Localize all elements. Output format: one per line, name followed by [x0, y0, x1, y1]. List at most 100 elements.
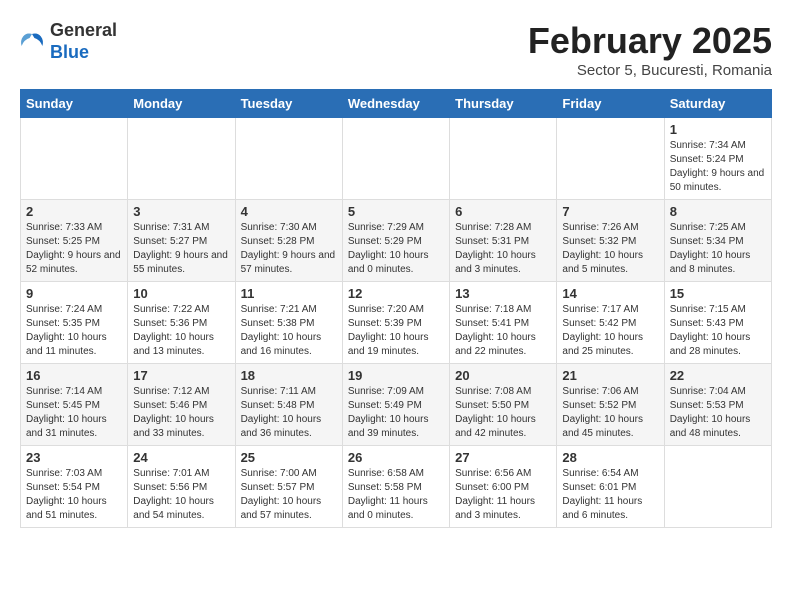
day-detail: Sunrise: 7:09 AMSunset: 5:49 PMDaylight:…	[348, 385, 444, 441]
day-number: 17	[133, 368, 229, 383]
week-row-2: 2 Sunrise: 7:33 AMSunset: 5:25 PMDaylight…	[21, 200, 772, 282]
calendar-cell: 17 Sunrise: 7:12 AMSunset: 5:46 PMDayligh…	[128, 364, 235, 446]
day-detail: Sunrise: 7:08 AMSunset: 5:50 PMDaylight:…	[455, 385, 551, 441]
day-detail: Sunrise: 7:14 AMSunset: 5:45 PMDaylight:…	[26, 385, 122, 441]
day-detail: Sunrise: 7:33 AMSunset: 5:25 PMDaylight:…	[26, 221, 122, 277]
day-detail: Sunrise: 7:06 AMSunset: 5:52 PMDaylight:…	[562, 385, 658, 441]
week-row-4: 16 Sunrise: 7:14 AMSunset: 5:45 PMDayligh…	[21, 364, 772, 446]
calendar-cell: 12 Sunrise: 7:20 AMSunset: 5:39 PMDayligh…	[342, 282, 449, 364]
day-number: 19	[348, 368, 444, 383]
day-number: 3	[133, 204, 229, 219]
calendar-cell: 28 Sunrise: 6:54 AMSunset: 6:01 PMDayligh…	[557, 446, 664, 528]
day-number: 7	[562, 204, 658, 219]
weekday-header-saturday: Saturday	[664, 90, 771, 118]
weekday-header-tuesday: Tuesday	[235, 90, 342, 118]
day-detail: Sunrise: 7:00 AMSunset: 5:57 PMDaylight:…	[241, 467, 337, 523]
day-number: 28	[562, 450, 658, 465]
title-block: February 2025 Sector 5, Bucuresti, Roman…	[528, 20, 772, 79]
calendar-cell: 9 Sunrise: 7:24 AMSunset: 5:35 PMDaylight…	[21, 282, 128, 364]
day-number: 12	[348, 286, 444, 301]
page-header: General Blue February 2025 Sector 5, Buc…	[20, 20, 772, 79]
calendar-cell: 22 Sunrise: 7:04 AMSunset: 5:53 PMDayligh…	[664, 364, 771, 446]
calendar-cell: 4 Sunrise: 7:30 AMSunset: 5:28 PMDaylight…	[235, 200, 342, 282]
day-detail: Sunrise: 7:34 AMSunset: 5:24 PMDaylight:…	[670, 139, 766, 195]
day-number: 23	[26, 450, 122, 465]
day-detail: Sunrise: 7:20 AMSunset: 5:39 PMDaylight:…	[348, 303, 444, 359]
calendar-table: SundayMondayTuesdayWednesdayThursdayFrid…	[20, 89, 772, 528]
day-number: 13	[455, 286, 551, 301]
calendar-cell: 19 Sunrise: 7:09 AMSunset: 5:49 PMDayligh…	[342, 364, 449, 446]
day-number: 16	[26, 368, 122, 383]
day-detail: Sunrise: 6:58 AMSunset: 5:58 PMDaylight:…	[348, 467, 444, 523]
day-detail: Sunrise: 7:04 AMSunset: 5:53 PMDaylight:…	[670, 385, 766, 441]
day-number: 11	[241, 286, 337, 301]
calendar-cell: 8Sunrise: 7:25 AMSunset: 5:34 PMDaylight…	[664, 200, 771, 282]
day-number: 9	[26, 286, 122, 301]
weekday-header-row: SundayMondayTuesdayWednesdayThursdayFrid…	[21, 90, 772, 118]
day-number: 2	[26, 204, 122, 219]
day-number: 20	[455, 368, 551, 383]
weekday-header-wednesday: Wednesday	[342, 90, 449, 118]
day-number: 18	[241, 368, 337, 383]
day-detail: Sunrise: 7:29 AMSunset: 5:29 PMDaylight:…	[348, 221, 444, 277]
day-number: 21	[562, 368, 658, 383]
logo-general-text: General	[50, 20, 117, 40]
day-detail: Sunrise: 7:24 AMSunset: 5:35 PMDaylight:…	[26, 303, 122, 359]
day-number: 27	[455, 450, 551, 465]
calendar-cell	[664, 446, 771, 528]
month-title: February 2025	[528, 20, 772, 62]
day-detail: Sunrise: 6:56 AMSunset: 6:00 PMDaylight:…	[455, 467, 551, 523]
calendar-cell: 3Sunrise: 7:31 AMSunset: 5:27 PMDaylight…	[128, 200, 235, 282]
day-number: 24	[133, 450, 229, 465]
calendar-cell: 1Sunrise: 7:34 AMSunset: 5:24 PMDaylight…	[664, 118, 771, 200]
calendar-cell	[450, 118, 557, 200]
day-number: 15	[670, 286, 766, 301]
day-detail: Sunrise: 7:21 AMSunset: 5:38 PMDaylight:…	[241, 303, 337, 359]
calendar-cell: 26 Sunrise: 6:58 AMSunset: 5:58 PMDayligh…	[342, 446, 449, 528]
week-row-3: 9 Sunrise: 7:24 AMSunset: 5:35 PMDaylight…	[21, 282, 772, 364]
calendar-cell	[128, 118, 235, 200]
calendar-cell: 23 Sunrise: 7:03 AMSunset: 5:54 PMDayligh…	[21, 446, 128, 528]
calendar-cell: 13 Sunrise: 7:18 AMSunset: 5:41 PMDayligh…	[450, 282, 557, 364]
logo-blue-text: Blue	[50, 42, 89, 62]
day-detail: Sunrise: 6:54 AMSunset: 6:01 PMDaylight:…	[562, 467, 658, 523]
day-detail: Sunrise: 7:18 AMSunset: 5:41 PMDaylight:…	[455, 303, 551, 359]
calendar-cell: 25 Sunrise: 7:00 AMSunset: 5:57 PMDayligh…	[235, 446, 342, 528]
calendar-cell: 11 Sunrise: 7:21 AMSunset: 5:38 PMDayligh…	[235, 282, 342, 364]
weekday-header-friday: Friday	[557, 90, 664, 118]
calendar-cell	[21, 118, 128, 200]
calendar-cell: 21 Sunrise: 7:06 AMSunset: 5:52 PMDayligh…	[557, 364, 664, 446]
calendar-cell	[342, 118, 449, 200]
calendar-cell: 5 Sunrise: 7:29 AMSunset: 5:29 PMDaylight…	[342, 200, 449, 282]
day-detail: Sunrise: 7:01 AMSunset: 5:56 PMDaylight:…	[133, 467, 229, 523]
calendar-cell	[235, 118, 342, 200]
day-detail: Sunrise: 7:28 AMSunset: 5:31 PMDaylight:…	[455, 221, 551, 277]
calendar-cell: 27 Sunrise: 6:56 AMSunset: 6:00 PMDayligh…	[450, 446, 557, 528]
day-number: 5	[348, 204, 444, 219]
calendar-cell: 18 Sunrise: 7:11 AMSunset: 5:48 PMDayligh…	[235, 364, 342, 446]
day-number: 26	[348, 450, 444, 465]
week-row-5: 23 Sunrise: 7:03 AMSunset: 5:54 PMDayligh…	[21, 446, 772, 528]
calendar-cell: 2 Sunrise: 7:33 AMSunset: 5:25 PMDaylight…	[21, 200, 128, 282]
day-number: 4	[241, 204, 337, 219]
calendar-cell: 24 Sunrise: 7:01 AMSunset: 5:56 PMDayligh…	[128, 446, 235, 528]
calendar-cell: 16 Sunrise: 7:14 AMSunset: 5:45 PMDayligh…	[21, 364, 128, 446]
day-number: 22	[670, 368, 766, 383]
day-number: 6	[455, 204, 551, 219]
weekday-header-thursday: Thursday	[450, 90, 557, 118]
day-detail: Sunrise: 7:15 AMSunset: 5:43 PMDaylight:…	[670, 303, 766, 359]
day-number: 25	[241, 450, 337, 465]
day-detail: Sunrise: 7:11 AMSunset: 5:48 PMDaylight:…	[241, 385, 337, 441]
calendar-cell: 20 Sunrise: 7:08 AMSunset: 5:50 PMDayligh…	[450, 364, 557, 446]
day-detail: Sunrise: 7:30 AMSunset: 5:28 PMDaylight:…	[241, 221, 337, 277]
day-detail: Sunrise: 7:03 AMSunset: 5:54 PMDaylight:…	[26, 467, 122, 523]
day-number: 10	[133, 286, 229, 301]
day-detail: Sunrise: 7:22 AMSunset: 5:36 PMDaylight:…	[133, 303, 229, 359]
calendar-cell: 6 Sunrise: 7:28 AMSunset: 5:31 PMDaylight…	[450, 200, 557, 282]
day-detail: Sunrise: 7:12 AMSunset: 5:46 PMDaylight:…	[133, 385, 229, 441]
day-detail: Sunrise: 7:17 AMSunset: 5:42 PMDaylight:…	[562, 303, 658, 359]
subtitle: Sector 5, Bucuresti, Romania	[528, 62, 772, 79]
day-number: 8	[670, 204, 766, 219]
week-row-1: 1Sunrise: 7:34 AMSunset: 5:24 PMDaylight…	[21, 118, 772, 200]
calendar-cell	[557, 118, 664, 200]
